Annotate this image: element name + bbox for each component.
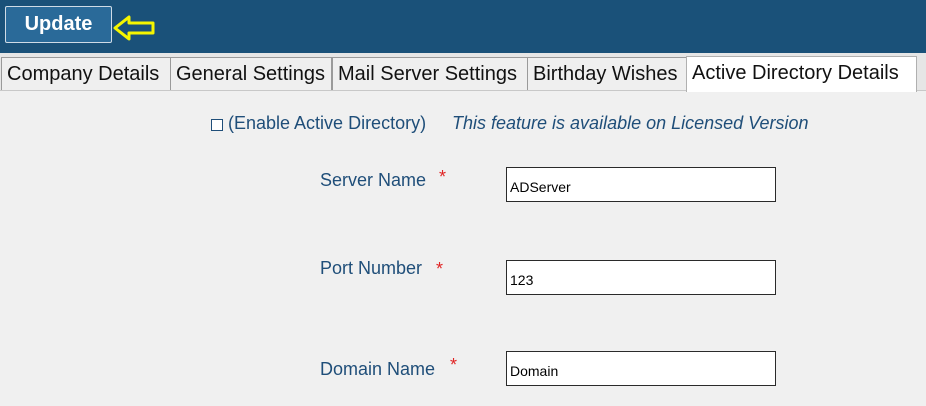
tab-mail-server-settings[interactable]: Mail Server Settings xyxy=(332,57,528,90)
tab-general-settings[interactable]: General Settings xyxy=(170,57,332,90)
server-name-input[interactable] xyxy=(506,167,776,202)
settings-tabs: Company Details General Settings Mail Se… xyxy=(0,53,926,92)
server-name-label: Server Name xyxy=(320,170,427,190)
enable-active-directory-label: (Enable Active Directory) xyxy=(228,113,427,133)
tab-active-directory-details[interactable]: Active Directory Details xyxy=(686,56,917,92)
tab-company-details[interactable]: Company Details xyxy=(1,57,171,90)
port-number-label: Port Number xyxy=(320,258,423,278)
port-number-required-marker: * xyxy=(436,259,444,279)
server-name-required-marker: * xyxy=(439,167,447,187)
domain-name-input[interactable] xyxy=(506,351,776,386)
arrow-left-icon xyxy=(113,15,155,41)
domain-name-required-marker: * xyxy=(450,355,458,375)
top-toolbar: Update xyxy=(0,0,926,53)
licensed-version-note: This feature is available on Licensed Ve… xyxy=(452,113,809,133)
update-button[interactable]: Update xyxy=(5,6,112,43)
port-number-input[interactable] xyxy=(506,260,776,295)
domain-name-label: Domain Name xyxy=(320,359,436,379)
tab-birthday-wishes[interactable]: Birthday Wishes xyxy=(527,57,687,90)
active-directory-panel xyxy=(0,91,926,406)
enable-active-directory-checkbox[interactable] xyxy=(211,119,223,131)
